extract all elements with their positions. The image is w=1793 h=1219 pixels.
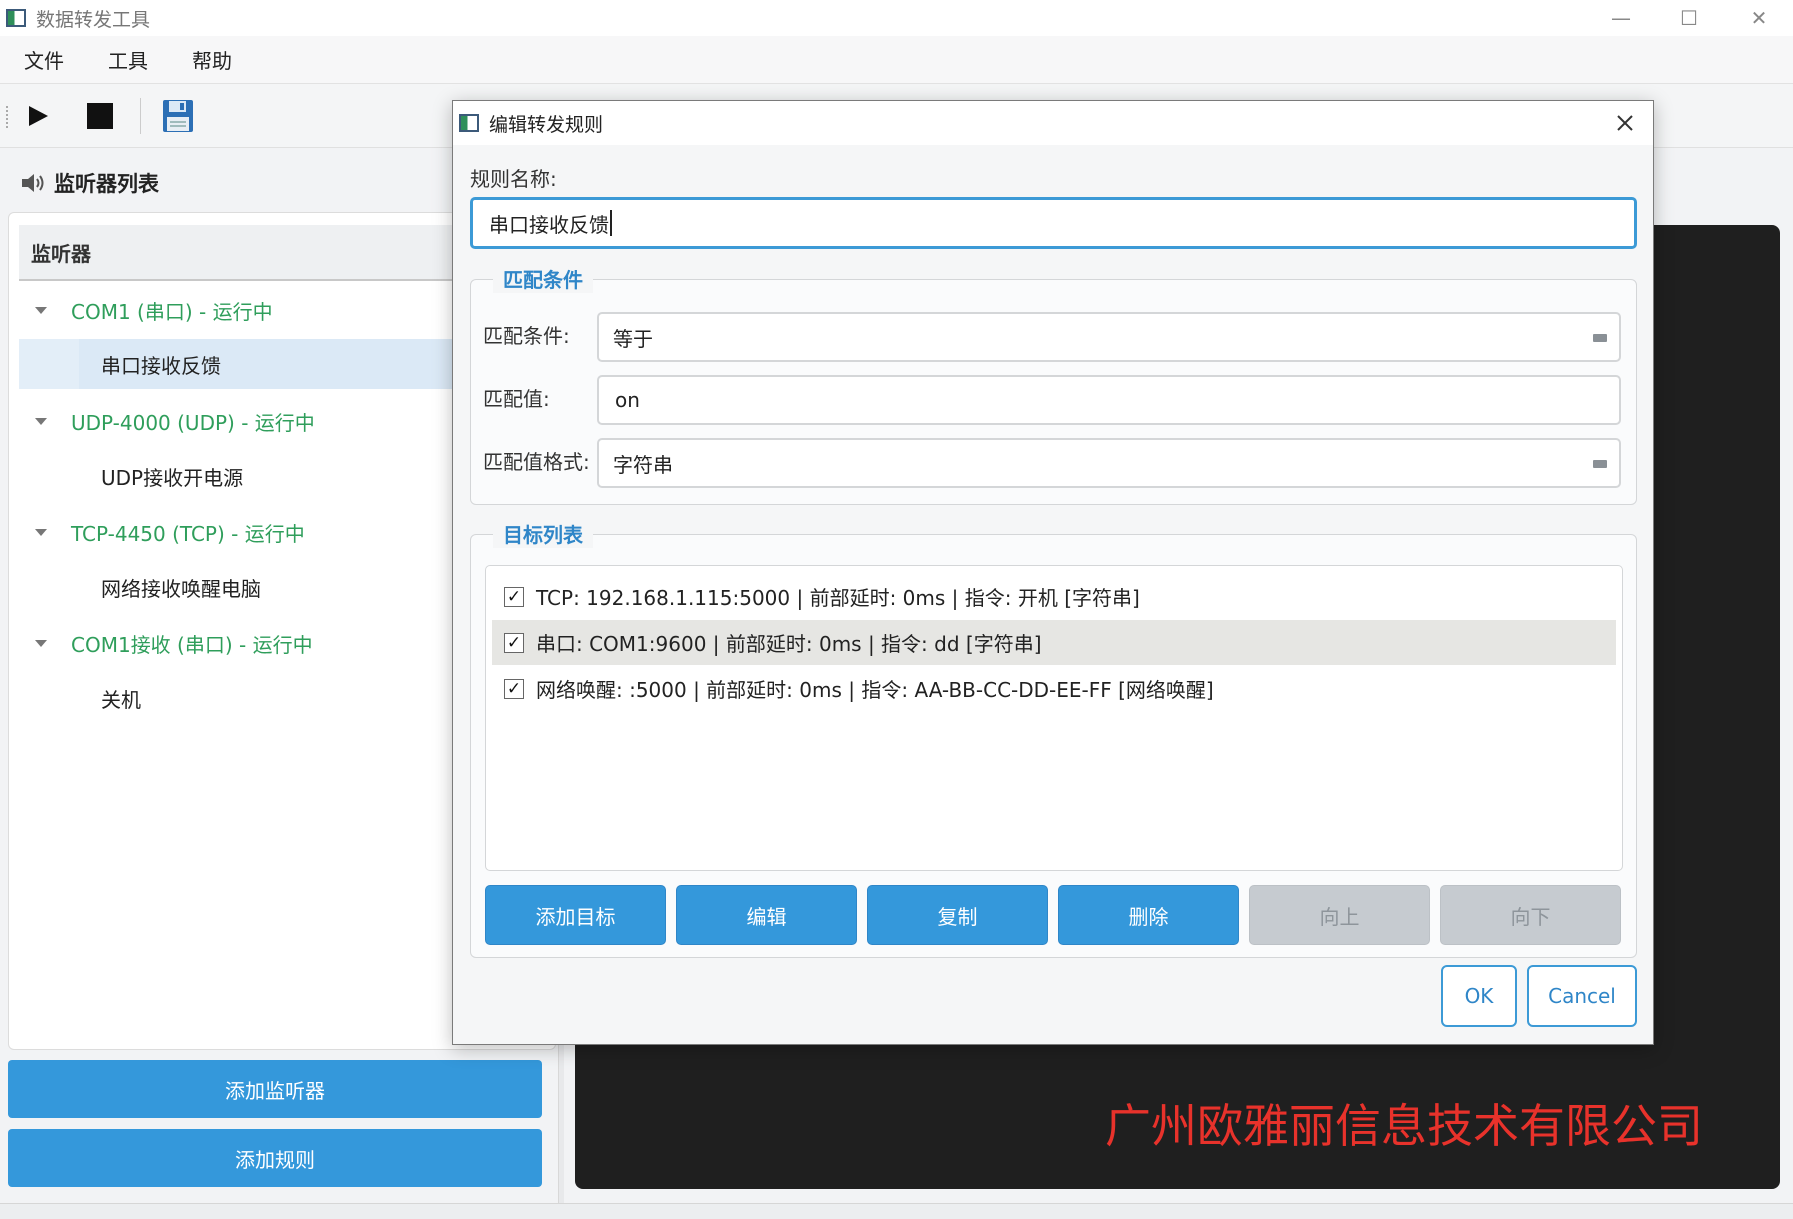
target-row[interactable]: ✓ TCP: 192.168.1.115:5000 | 前部延时: 0ms | … (492, 574, 1616, 619)
match-format-value: 字符串 (613, 452, 673, 477)
move-down-button[interactable]: 向下 (1440, 885, 1621, 945)
add-listener-button[interactable]: 添加监听器 (8, 1060, 542, 1118)
menu-bar: 文件 工具 帮助 (0, 36, 1793, 84)
copy-target-button[interactable]: 复制 (867, 885, 1048, 945)
dialog-title-bar: 编辑转发规则 (453, 101, 1653, 145)
delete-target-button[interactable]: 删除 (1058, 885, 1239, 945)
move-up-button[interactable]: 向上 (1249, 885, 1430, 945)
toolbar-grip (6, 106, 10, 128)
edit-target-button[interactable]: 编辑 (676, 885, 857, 945)
target-group-title: 目标列表 (493, 519, 593, 548)
text-caret (610, 210, 612, 236)
app-icon (6, 9, 26, 27)
target-text: 串口: COM1:9600 | 前部延时: 0ms | 指令: dd [字符串] (536, 632, 1042, 656)
target-text: 网络唤醒: :5000 | 前部延时: 0ms | 指令: AA-BB-CC-D… (536, 678, 1214, 702)
rule-name-input[interactable]: 串口接收反馈 (470, 197, 1637, 249)
dropdown-icon (1593, 460, 1607, 468)
floppy-disk-icon (163, 100, 193, 132)
target-checkbox[interactable]: ✓ (504, 586, 524, 607)
edit-rule-dialog: 编辑转发规则 规则名称: 串口接收反馈 匹配条件 匹配条件: 等于 匹配值: o… (452, 100, 1654, 1045)
tree-item-label: COM1接收 (串口) - 运行中 (71, 632, 313, 657)
match-format-select[interactable]: 字符串 (597, 438, 1621, 488)
tree-item-label: COM1 (串口) - 运行中 (71, 299, 273, 324)
dialog-app-icon (459, 114, 479, 132)
listener-panel-title: 监听器列表 (20, 168, 159, 198)
match-value-label: 匹配值: (483, 387, 550, 411)
ok-button[interactable]: OK (1441, 965, 1517, 1027)
dropdown-icon (1593, 334, 1607, 342)
menu-help[interactable]: 帮助 (192, 45, 232, 74)
target-list: ✓ TCP: 192.168.1.115:5000 | 前部延时: 0ms | … (485, 565, 1623, 871)
menu-file[interactable]: 文件 (24, 45, 64, 74)
save-button[interactable] (160, 98, 196, 134)
close-window-button[interactable]: ✕ (1724, 0, 1793, 36)
menu-tools[interactable]: 工具 (108, 45, 148, 74)
target-list-group: 目标列表 ✓ TCP: 192.168.1.115:5000 | 前部延时: 0… (470, 519, 1637, 958)
match-conditions-group: 匹配条件 匹配条件: 等于 匹配值: on 匹配值格式: 字符串 (470, 264, 1637, 505)
match-value-input[interactable]: on (597, 375, 1621, 425)
tree-item-label: 网络接收唤醒电脑 (101, 576, 261, 601)
target-checkbox[interactable]: ✓ (504, 632, 524, 653)
rule-name-label: 规则名称: (470, 167, 557, 191)
listener-panel-label: 监听器列表 (54, 172, 159, 196)
cancel-button[interactable]: Cancel (1527, 965, 1637, 1027)
tree-item-label: UDP-4000 (UDP) - 运行中 (71, 410, 315, 435)
match-condition-select[interactable]: 等于 (597, 312, 1621, 362)
stop-button[interactable] (82, 98, 118, 134)
match-condition-value: 等于 (613, 326, 653, 351)
tree-item-label: UDP接收开电源 (101, 465, 244, 490)
company-name: 广州欧雅丽信息技术有限公司 (1105, 1099, 1703, 1153)
maximize-button[interactable]: ☐ (1654, 0, 1724, 36)
dialog-title: 编辑转发规则 (489, 113, 604, 136)
target-text: TCP: 192.168.1.115:5000 | 前部延时: 0ms | 指令… (536, 586, 1140, 610)
expand-arrow-icon[interactable] (35, 306, 47, 314)
tree-item-label: 关机 (101, 687, 141, 712)
match-condition-label: 匹配条件: (483, 324, 570, 348)
status-bar (0, 1203, 1793, 1219)
expand-arrow-icon[interactable] (35, 417, 47, 425)
match-value-value: on (615, 388, 640, 412)
play-icon (29, 106, 48, 126)
target-row[interactable]: ✓ 网络唤醒: :5000 | 前部延时: 0ms | 指令: AA-BB-CC… (492, 666, 1616, 711)
stop-icon (87, 103, 113, 129)
speaker-icon (22, 174, 44, 192)
rule-name-value: 串口接收反馈 (489, 212, 609, 237)
title-bar: 数据转发工具 — ☐ ✕ (0, 0, 1793, 36)
match-format-label: 匹配值格式: (483, 450, 590, 474)
minimize-button[interactable]: — (1586, 0, 1656, 36)
window-title: 数据转发工具 (36, 8, 151, 31)
dialog-close-button[interactable] (1607, 105, 1643, 141)
expand-arrow-icon[interactable] (35, 528, 47, 536)
tree-item-label: 串口接收反馈 (101, 353, 221, 378)
start-button[interactable] (20, 98, 56, 134)
close-icon (1617, 115, 1633, 131)
expand-arrow-icon[interactable] (35, 639, 47, 647)
add-rule-button[interactable]: 添加规则 (8, 1129, 542, 1187)
toolbar-separator (140, 98, 141, 134)
tree-item-label: TCP-4450 (TCP) - 运行中 (71, 521, 305, 546)
target-checkbox[interactable]: ✓ (504, 678, 524, 699)
add-target-button[interactable]: 添加目标 (485, 885, 666, 945)
target-row[interactable]: ✓ 串口: COM1:9600 | 前部延时: 0ms | 指令: dd [字符… (492, 620, 1616, 665)
match-group-title: 匹配条件 (493, 264, 593, 293)
